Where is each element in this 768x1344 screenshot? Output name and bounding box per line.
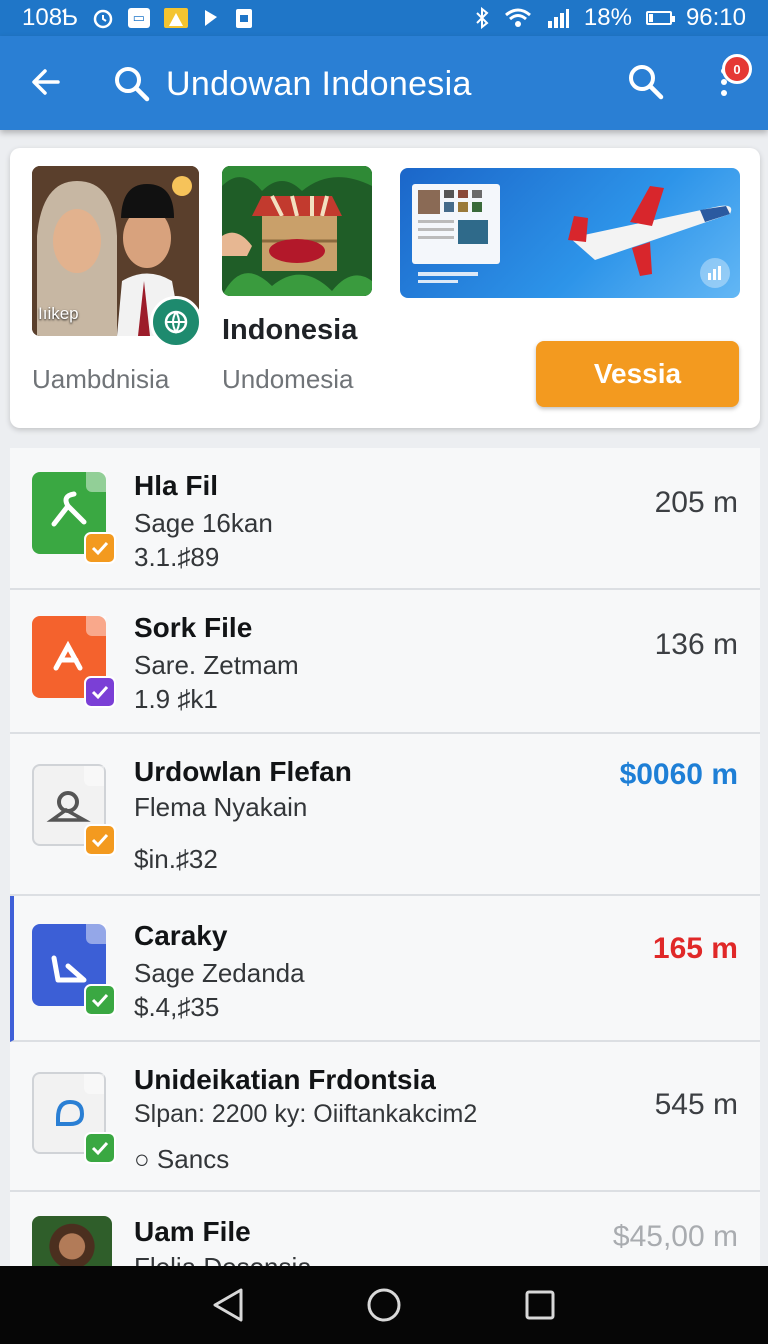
file-title: Uam File xyxy=(134,1216,251,1247)
file-type-icon xyxy=(32,472,116,564)
file-type-icon xyxy=(32,616,116,708)
list-item[interactable]: Hla Fil Sage 16kan 3.1.♯89 205 m xyxy=(10,448,760,590)
cast-icon: ▭ xyxy=(127,8,150,28)
list-item[interactable]: Caraky Sage Zedanda $.4,♯35 165 m xyxy=(10,896,760,1042)
file-meta: $.4,♯35 xyxy=(134,992,220,1022)
file-meta: ○ Sancs xyxy=(134,1144,230,1174)
check-icon xyxy=(84,1132,116,1164)
file-type-icon xyxy=(32,1072,116,1164)
list-item[interactable]: Uam File Flelia Desonsia $45,00 m xyxy=(10,1192,760,1266)
avatar xyxy=(32,1216,112,1266)
file-list: Hla Fil Sage 16kan 3.1.♯89 205 m Sork Fi… xyxy=(10,448,760,1266)
warning-icon xyxy=(163,8,188,28)
file-meta: 3.1.♯89 xyxy=(134,542,220,572)
status-left-text: 108Ƅ xyxy=(22,4,78,31)
clock: 96:10 xyxy=(685,4,746,31)
file-subtitle: Flelia Desonsia xyxy=(134,1252,312,1266)
file-subtitle: Slpan: 2200 ky: Oiiftankakcim2 xyxy=(134,1100,478,1128)
file-size: 165 m xyxy=(652,932,738,965)
file-size: 545 m xyxy=(654,1088,738,1121)
back-button[interactable] xyxy=(22,58,70,106)
file-size: $45,00 m xyxy=(612,1220,738,1253)
list-item[interactable]: Unideikatian Frdontsia Slpan: 2200 ky: O… xyxy=(10,1042,760,1192)
market-photo-thumbnail[interactable] xyxy=(222,166,372,296)
list-item[interactable]: Urdowlan Flefan Flema Nyakain $in.♯32 $0… xyxy=(10,734,760,896)
thumbnail-caption: Iıikep xyxy=(38,304,79,323)
notification-badge: 0 xyxy=(722,54,752,84)
file-title: Sork File xyxy=(134,612,253,643)
nav-back-icon xyxy=(213,1288,243,1322)
signal-app-icon xyxy=(202,7,220,29)
bar-chart-icon[interactable] xyxy=(700,258,730,288)
search-icon xyxy=(629,65,664,100)
market-photo-image xyxy=(222,166,372,296)
featured-card: Iıikep Uambdnisia Indonesia Undomesia Ve… xyxy=(10,148,760,428)
featured-heading: Indonesia xyxy=(222,314,358,346)
globe-icon xyxy=(164,310,188,334)
page-title: Undowan Indonesia xyxy=(166,64,472,103)
check-icon xyxy=(84,824,116,856)
featured-label-1: Uambdnisia xyxy=(32,364,170,394)
nav-home-icon xyxy=(367,1288,401,1322)
featured-label-2: Undomesia xyxy=(222,364,354,394)
app-title-group: Undowan Indonesia xyxy=(112,60,472,108)
nav-recents-icon xyxy=(525,1290,555,1320)
search-button[interactable] xyxy=(622,58,670,106)
overflow-menu-button[interactable]: 0 xyxy=(700,54,752,106)
battery-icon xyxy=(645,11,675,25)
check-icon xyxy=(84,532,116,564)
wifi-icon xyxy=(504,7,532,29)
file-subtitle: Sare. Zetmam xyxy=(134,650,299,680)
globe-badge-button[interactable] xyxy=(150,296,202,348)
status-bar-right: 18% 96:10 xyxy=(474,4,746,32)
bluetooth-icon xyxy=(474,6,490,30)
file-type-icon xyxy=(32,764,116,856)
battery-percent: 18% xyxy=(583,4,632,31)
system-nav-bar xyxy=(0,1266,768,1344)
file-title: Hla Fil xyxy=(134,470,219,501)
file-subtitle: Sage 16kan xyxy=(134,508,273,538)
alarm-icon xyxy=(92,7,114,29)
travel-banner-thumbnail[interactable] xyxy=(400,168,740,298)
clipboard-icon xyxy=(234,6,254,30)
file-title: Urdowlan Flefan xyxy=(134,756,352,787)
search-icon xyxy=(115,67,150,102)
file-meta: $in.♯32 xyxy=(134,844,218,874)
nav-recents-button[interactable] xyxy=(510,1275,570,1335)
status-bar-left: 108Ƅ ▭ xyxy=(22,4,254,32)
file-subtitle: Flema Nyakain xyxy=(134,792,308,822)
check-icon xyxy=(84,984,116,1016)
file-title: Caraky xyxy=(134,920,228,951)
file-size: $0060 m xyxy=(619,758,738,791)
file-size: 136 m xyxy=(654,628,738,661)
travel-banner-image xyxy=(412,184,732,283)
cell-signal-icon xyxy=(546,7,570,29)
nav-home-button[interactable] xyxy=(354,1275,414,1335)
file-size: 205 m xyxy=(654,486,738,519)
app-bar: Undowan Indonesia 0 xyxy=(0,36,768,130)
check-icon xyxy=(84,676,116,708)
arrow-left-icon xyxy=(32,69,60,95)
file-title: Unideikatian Frdontsia xyxy=(134,1064,436,1095)
file-meta: 1.9 ♯k1 xyxy=(134,684,218,714)
status-bar: 108Ƅ ▭ 18% 96:10 xyxy=(0,0,768,36)
vessia-button[interactable]: Vessia xyxy=(536,341,739,407)
nav-back-button[interactable] xyxy=(198,1275,258,1335)
list-item[interactable]: Sork File Sare. Zetmam 1.9 ♯k1 136 m xyxy=(10,590,760,734)
file-type-icon xyxy=(32,924,116,1016)
file-subtitle: Sage Zedanda xyxy=(134,958,305,988)
